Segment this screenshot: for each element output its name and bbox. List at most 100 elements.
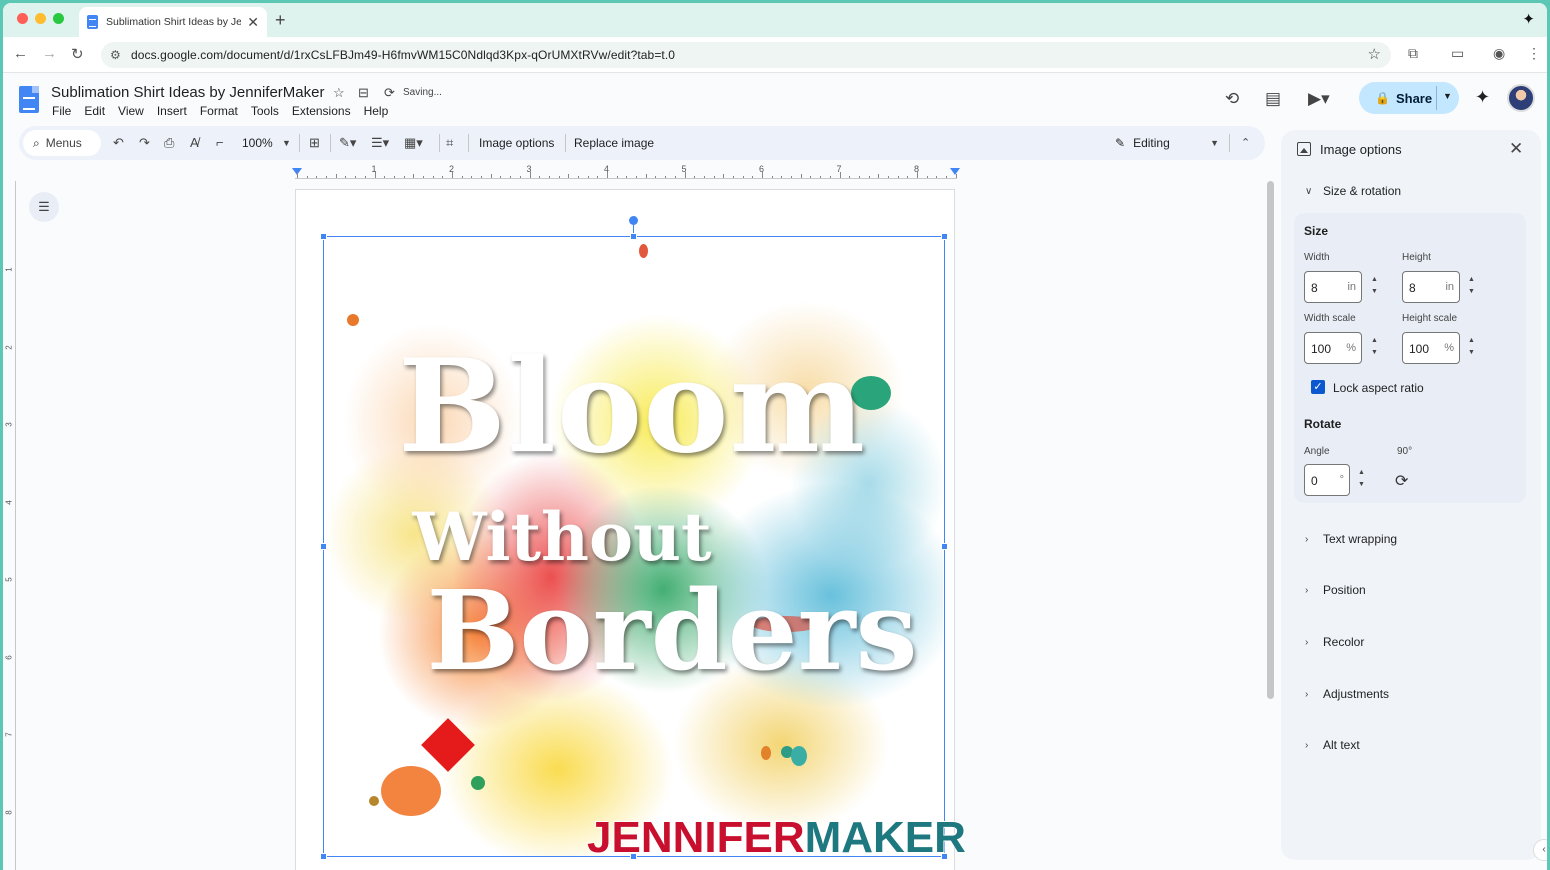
- crop-icon[interactable]: ⌗: [446, 135, 453, 151]
- site-info-icon[interactable]: ⚙: [110, 48, 121, 62]
- replace-image-button[interactable]: Replace image: [574, 136, 654, 150]
- height-input[interactable]: 8 in: [1402, 271, 1460, 303]
- extensions-icon[interactable]: ⧉: [1408, 45, 1418, 62]
- ruler-tick: [936, 176, 938, 178]
- recolor-section-toggle[interactable]: › Recolor: [1305, 635, 1364, 649]
- border-color-icon[interactable]: ✎▾: [339, 135, 356, 151]
- document-scrollbar[interactable]: [1267, 181, 1274, 699]
- ruler-tick: [442, 176, 444, 178]
- gemini-browser-icon[interactable]: ✦: [1522, 10, 1535, 28]
- resize-handle-bottom-left[interactable]: [320, 853, 327, 860]
- menu-insert[interactable]: Insert: [157, 104, 187, 118]
- ruler-tick: [694, 176, 696, 178]
- menus-search-button[interactable]: ⌕ Menus: [23, 130, 101, 156]
- share-button[interactable]: 🔒 Share ▼: [1359, 82, 1459, 114]
- width-value: 8: [1311, 281, 1318, 295]
- resize-handle-left[interactable]: [320, 543, 327, 550]
- account-avatar[interactable]: [1507, 84, 1535, 112]
- resize-handle-top[interactable]: [630, 233, 637, 240]
- width-stepper[interactable]: ▲ ▼: [1371, 274, 1378, 298]
- insert-icon[interactable]: ⊞: [309, 135, 320, 151]
- browser-window: Sublimation Shirt Ideas by JenniferMaker…: [3, 3, 1547, 870]
- image-options-button[interactable]: Image options: [479, 136, 554, 150]
- close-window-button[interactable]: [17, 13, 28, 24]
- width-scale-input[interactable]: 100 %: [1304, 332, 1362, 364]
- lock-aspect-label[interactable]: Lock aspect ratio: [1333, 381, 1424, 395]
- print-icon[interactable]: ⎙: [164, 135, 174, 151]
- lock-aspect-checkbox[interactable]: ✓: [1311, 380, 1325, 394]
- menu-help[interactable]: Help: [364, 104, 389, 118]
- horizontal-ruler[interactable]: 1 2 3 4 5 6 7 8: [292, 163, 960, 179]
- angle-stepper[interactable]: ▲ ▼: [1358, 467, 1365, 491]
- zoom-select[interactable]: 100%: [242, 136, 273, 150]
- browser-tab[interactable]: Sublimation Shirt Ideas by JenniferMaker…: [79, 7, 267, 37]
- adjustments-section-toggle[interactable]: › Adjustments: [1305, 687, 1389, 701]
- document-title[interactable]: Sublimation Shirt Ideas by JenniferMaker: [51, 84, 324, 101]
- maximize-window-button[interactable]: [53, 13, 64, 24]
- menu-tools[interactable]: Tools: [251, 104, 279, 118]
- ruler-tick: [500, 176, 502, 178]
- rotate-handle[interactable]: [629, 216, 638, 225]
- address-bar[interactable]: ⚙ docs.google.com/document/d/1rxCsLFBJm4…: [101, 42, 1391, 68]
- version-history-icon[interactable]: ⟲: [1225, 89, 1239, 109]
- gemini-icon[interactable]: ✦: [1475, 87, 1490, 108]
- vertical-ruler-number: 3: [4, 422, 14, 427]
- comments-icon[interactable]: ▤: [1265, 89, 1281, 109]
- alt-text-section-toggle[interactable]: › Alt text: [1305, 738, 1360, 752]
- editing-mode-select[interactable]: ✎ Editing ▼: [1109, 129, 1219, 157]
- meet-icon[interactable]: ▶▾: [1308, 89, 1330, 109]
- height-scale-stepper[interactable]: ▲ ▼: [1468, 335, 1475, 359]
- ruler-tick: [384, 176, 386, 178]
- bookmark-star-icon[interactable]: ☆: [1368, 45, 1381, 63]
- menu-format[interactable]: Format: [200, 104, 238, 118]
- width-scale-stepper[interactable]: ▲ ▼: [1371, 335, 1378, 359]
- width-scale-value: 100: [1311, 342, 1332, 356]
- more-icon[interactable]: ⋮: [1527, 45, 1541, 62]
- close-icon[interactable]: ✕: [1509, 139, 1523, 159]
- profile-icon[interactable]: ◉: [1493, 45, 1505, 62]
- resize-handle-top-right[interactable]: [941, 233, 948, 240]
- rotate-90-icon[interactable]: ⟳: [1395, 471, 1408, 491]
- height-value: 8: [1409, 281, 1416, 295]
- menu-view[interactable]: View: [118, 104, 144, 118]
- angle-input[interactable]: 0 °: [1304, 464, 1350, 496]
- share-dropdown-icon[interactable]: ▼: [1443, 91, 1452, 101]
- position-section-toggle[interactable]: › Position: [1305, 583, 1366, 597]
- height-scale-input[interactable]: 100 %: [1402, 332, 1460, 364]
- vertical-ruler-number: 7: [4, 732, 14, 737]
- menu-edit[interactable]: Edit: [84, 104, 105, 118]
- height-stepper[interactable]: ▲ ▼: [1468, 274, 1475, 298]
- star-icon[interactable]: ☆: [333, 85, 345, 101]
- vertical-ruler[interactable]: 1 2 3 4 5 6 7 8: [4, 181, 16, 870]
- zoom-dropdown-icon[interactable]: ▼: [282, 138, 291, 148]
- hide-menus-icon[interactable]: ⌃: [1241, 136, 1250, 149]
- resize-handle-right[interactable]: [941, 543, 948, 550]
- border-dash-icon[interactable]: ▦▾: [404, 135, 423, 151]
- resize-handle-top-left[interactable]: [320, 233, 327, 240]
- spellcheck-icon[interactable]: A̸: [190, 135, 199, 150]
- ruler-number: 4: [604, 164, 610, 174]
- redo-icon[interactable]: ↷: [139, 135, 150, 151]
- lock-icon: 🔒: [1375, 91, 1390, 105]
- size-rotation-section-toggle[interactable]: ∨ Size & rotation: [1305, 184, 1401, 198]
- paint-format-icon[interactable]: ⌐: [216, 135, 224, 150]
- menu-file[interactable]: File: [52, 104, 71, 118]
- undo-icon[interactable]: ↶: [113, 135, 124, 151]
- position-label: Position: [1323, 583, 1366, 597]
- collapse-side-panel-icon[interactable]: ‹: [1533, 839, 1547, 861]
- border-weight-icon[interactable]: ☰▾: [371, 135, 389, 151]
- minimize-window-button[interactable]: [35, 13, 46, 24]
- width-input[interactable]: 8 in: [1304, 271, 1362, 303]
- docs-logo-icon[interactable]: [19, 86, 39, 113]
- forward-icon[interactable]: →: [42, 45, 57, 62]
- back-icon[interactable]: ←: [13, 45, 28, 62]
- move-folder-icon[interactable]: ⊟: [358, 85, 369, 101]
- ruler-tick: [432, 176, 434, 178]
- menu-extensions[interactable]: Extensions: [292, 104, 351, 118]
- new-tab-icon[interactable]: +: [275, 10, 286, 31]
- text-wrapping-section-toggle[interactable]: › Text wrapping: [1305, 532, 1397, 546]
- cast-icon[interactable]: ▭: [1451, 45, 1464, 62]
- reload-icon[interactable]: ↻: [71, 45, 84, 63]
- document-outline-icon[interactable]: ☰: [29, 192, 59, 222]
- close-tab-icon[interactable]: ✕: [247, 14, 259, 31]
